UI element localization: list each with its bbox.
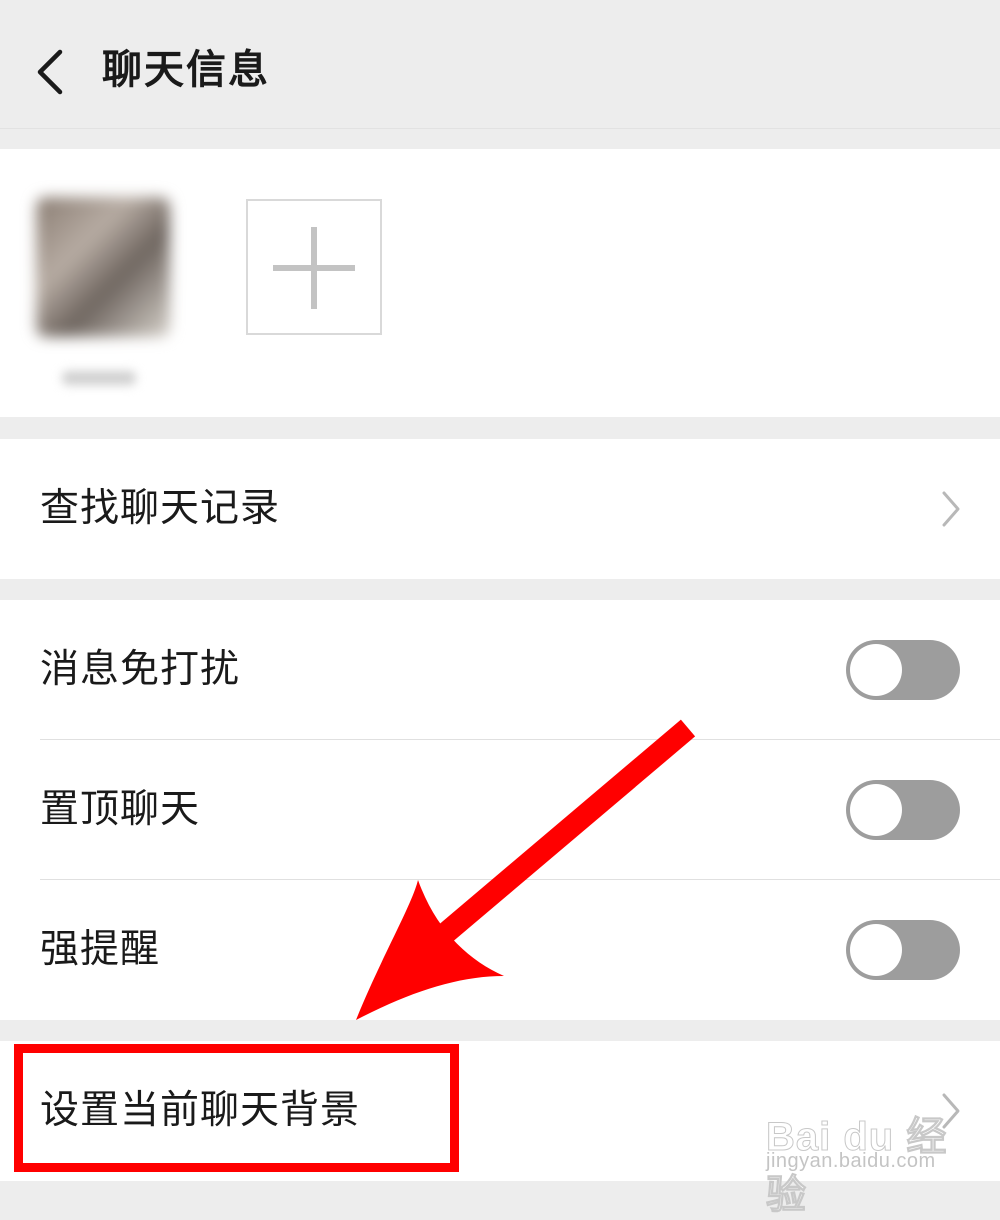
chevron-right-icon [942, 1093, 960, 1129]
set-chat-background-label: 设置当前聊天背景 [40, 1088, 361, 1133]
sticky-on-top-toggle[interactable] [846, 780, 960, 840]
mute-notifications-label: 消息免打扰 [40, 647, 241, 692]
add-member-button[interactable] [246, 199, 382, 335]
top-bar: 聊天信息 [0, 0, 1000, 129]
toggle-knob [850, 784, 902, 836]
mute-notifications-toggle[interactable] [846, 640, 960, 700]
chevron-left-icon [37, 49, 63, 95]
page-title: 聊天信息 [102, 47, 270, 93]
plus-icon [273, 227, 355, 309]
search-chat-history-label: 查找聊天记录 [40, 486, 281, 531]
avatar[interactable] [36, 197, 170, 337]
avatar-name-blurred [62, 371, 136, 385]
mute-notifications-item: 消息免打扰 [0, 600, 1000, 740]
settings-group: 消息免打扰 置顶聊天 强提醒 [0, 600, 1000, 1020]
back-button[interactable] [26, 40, 76, 100]
toggle-knob [850, 924, 902, 976]
strong-reminder-item: 强提醒 [0, 880, 1000, 1020]
toggle-knob [850, 644, 902, 696]
chat-background-group: 设置当前聊天背景 [0, 1041, 1000, 1181]
search-history-group: 查找聊天记录 [0, 439, 1000, 579]
members-section [0, 149, 1000, 417]
strong-reminder-label: 强提醒 [40, 927, 161, 972]
set-chat-background-item[interactable]: 设置当前聊天背景 [0, 1041, 1000, 1181]
sticky-on-top-label: 置顶聊天 [40, 787, 201, 832]
sticky-on-top-item: 置顶聊天 [0, 740, 1000, 880]
strong-reminder-toggle[interactable] [846, 920, 960, 980]
chevron-right-icon [942, 491, 960, 527]
search-chat-history-item[interactable]: 查找聊天记录 [0, 439, 1000, 579]
